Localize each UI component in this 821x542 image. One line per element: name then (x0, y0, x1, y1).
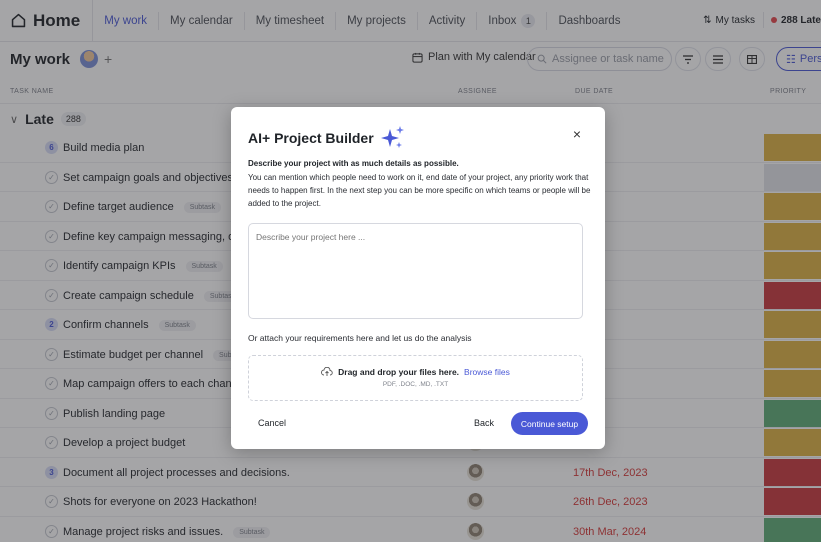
back-button[interactable]: Back (474, 418, 494, 428)
upload-cloud-icon (321, 367, 333, 376)
sparkle-icon (380, 126, 404, 148)
dialog-title: AI+ Project Builder (248, 125, 406, 151)
dialog-instruction: Describe your project with as much detai… (248, 159, 459, 168)
continue-setup-button[interactable]: Continue setup (511, 412, 588, 435)
cancel-button[interactable]: Cancel (258, 418, 286, 428)
close-icon[interactable]: × (573, 126, 581, 142)
drop-text: Drag and drop your files here. (338, 367, 460, 377)
browse-files-link[interactable]: Browse files (464, 367, 510, 377)
file-types-hint: PDF, .DOC, .MD, .TXT (382, 381, 449, 388)
dialog-title-text: AI+ Project Builder (248, 130, 374, 146)
drop-zone-line: Drag and drop your files here. Browse fi… (249, 367, 582, 377)
ai-project-builder-dialog: AI+ Project Builder × Describe your proj… (231, 107, 605, 449)
project-description-input[interactable] (248, 223, 583, 319)
file-drop-zone[interactable]: Drag and drop your files here. Browse fi… (248, 355, 583, 401)
dialog-description: You can mention which people need to wor… (248, 173, 591, 208)
attach-label: Or attach your requirements here and let… (248, 333, 472, 343)
